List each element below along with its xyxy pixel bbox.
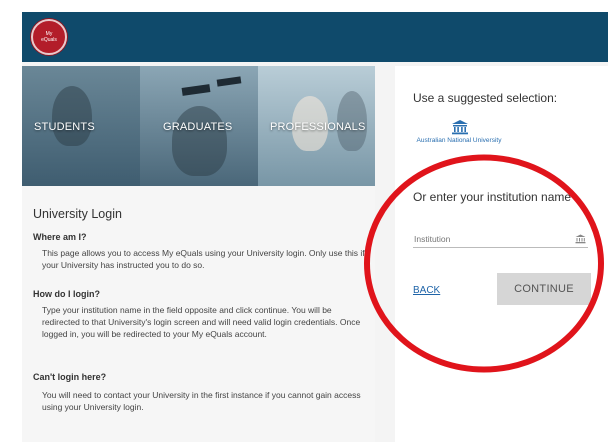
hero-student-figure	[52, 86, 92, 146]
red-annotation-circle	[364, 154, 604, 373]
faq-answer-where: This page allows you to access My eQuals…	[42, 248, 365, 270]
faq-answer-how: Type your institution name in the field …	[42, 305, 361, 339]
faq-question-where: Where am I?	[33, 232, 87, 242]
university-login-title: University Login	[33, 207, 122, 221]
suggested-selection-label: Use a suggested selection:	[413, 91, 558, 105]
faq-answer-cant: You will need to contact your University…	[42, 390, 361, 412]
suggested-institution-link[interactable]: Australian National University	[412, 137, 506, 144]
hero-label-professionals: PROFESSIONALS	[270, 121, 366, 133]
faq-question-how: How do I login?	[33, 289, 100, 299]
faq-question-cant: Can't login here?	[33, 372, 107, 382]
logo-text-equals: eQuals	[41, 37, 57, 43]
my-equals-logo[interactable]: My eQuals	[31, 19, 67, 55]
institution-building-icon[interactable]	[451, 119, 469, 135]
hero-label-students: STUDENTS	[34, 121, 95, 133]
hero-graduate-figure	[172, 106, 227, 176]
hero-label-graduates: GRADUATES	[163, 121, 233, 133]
top-header-bar	[22, 12, 608, 62]
